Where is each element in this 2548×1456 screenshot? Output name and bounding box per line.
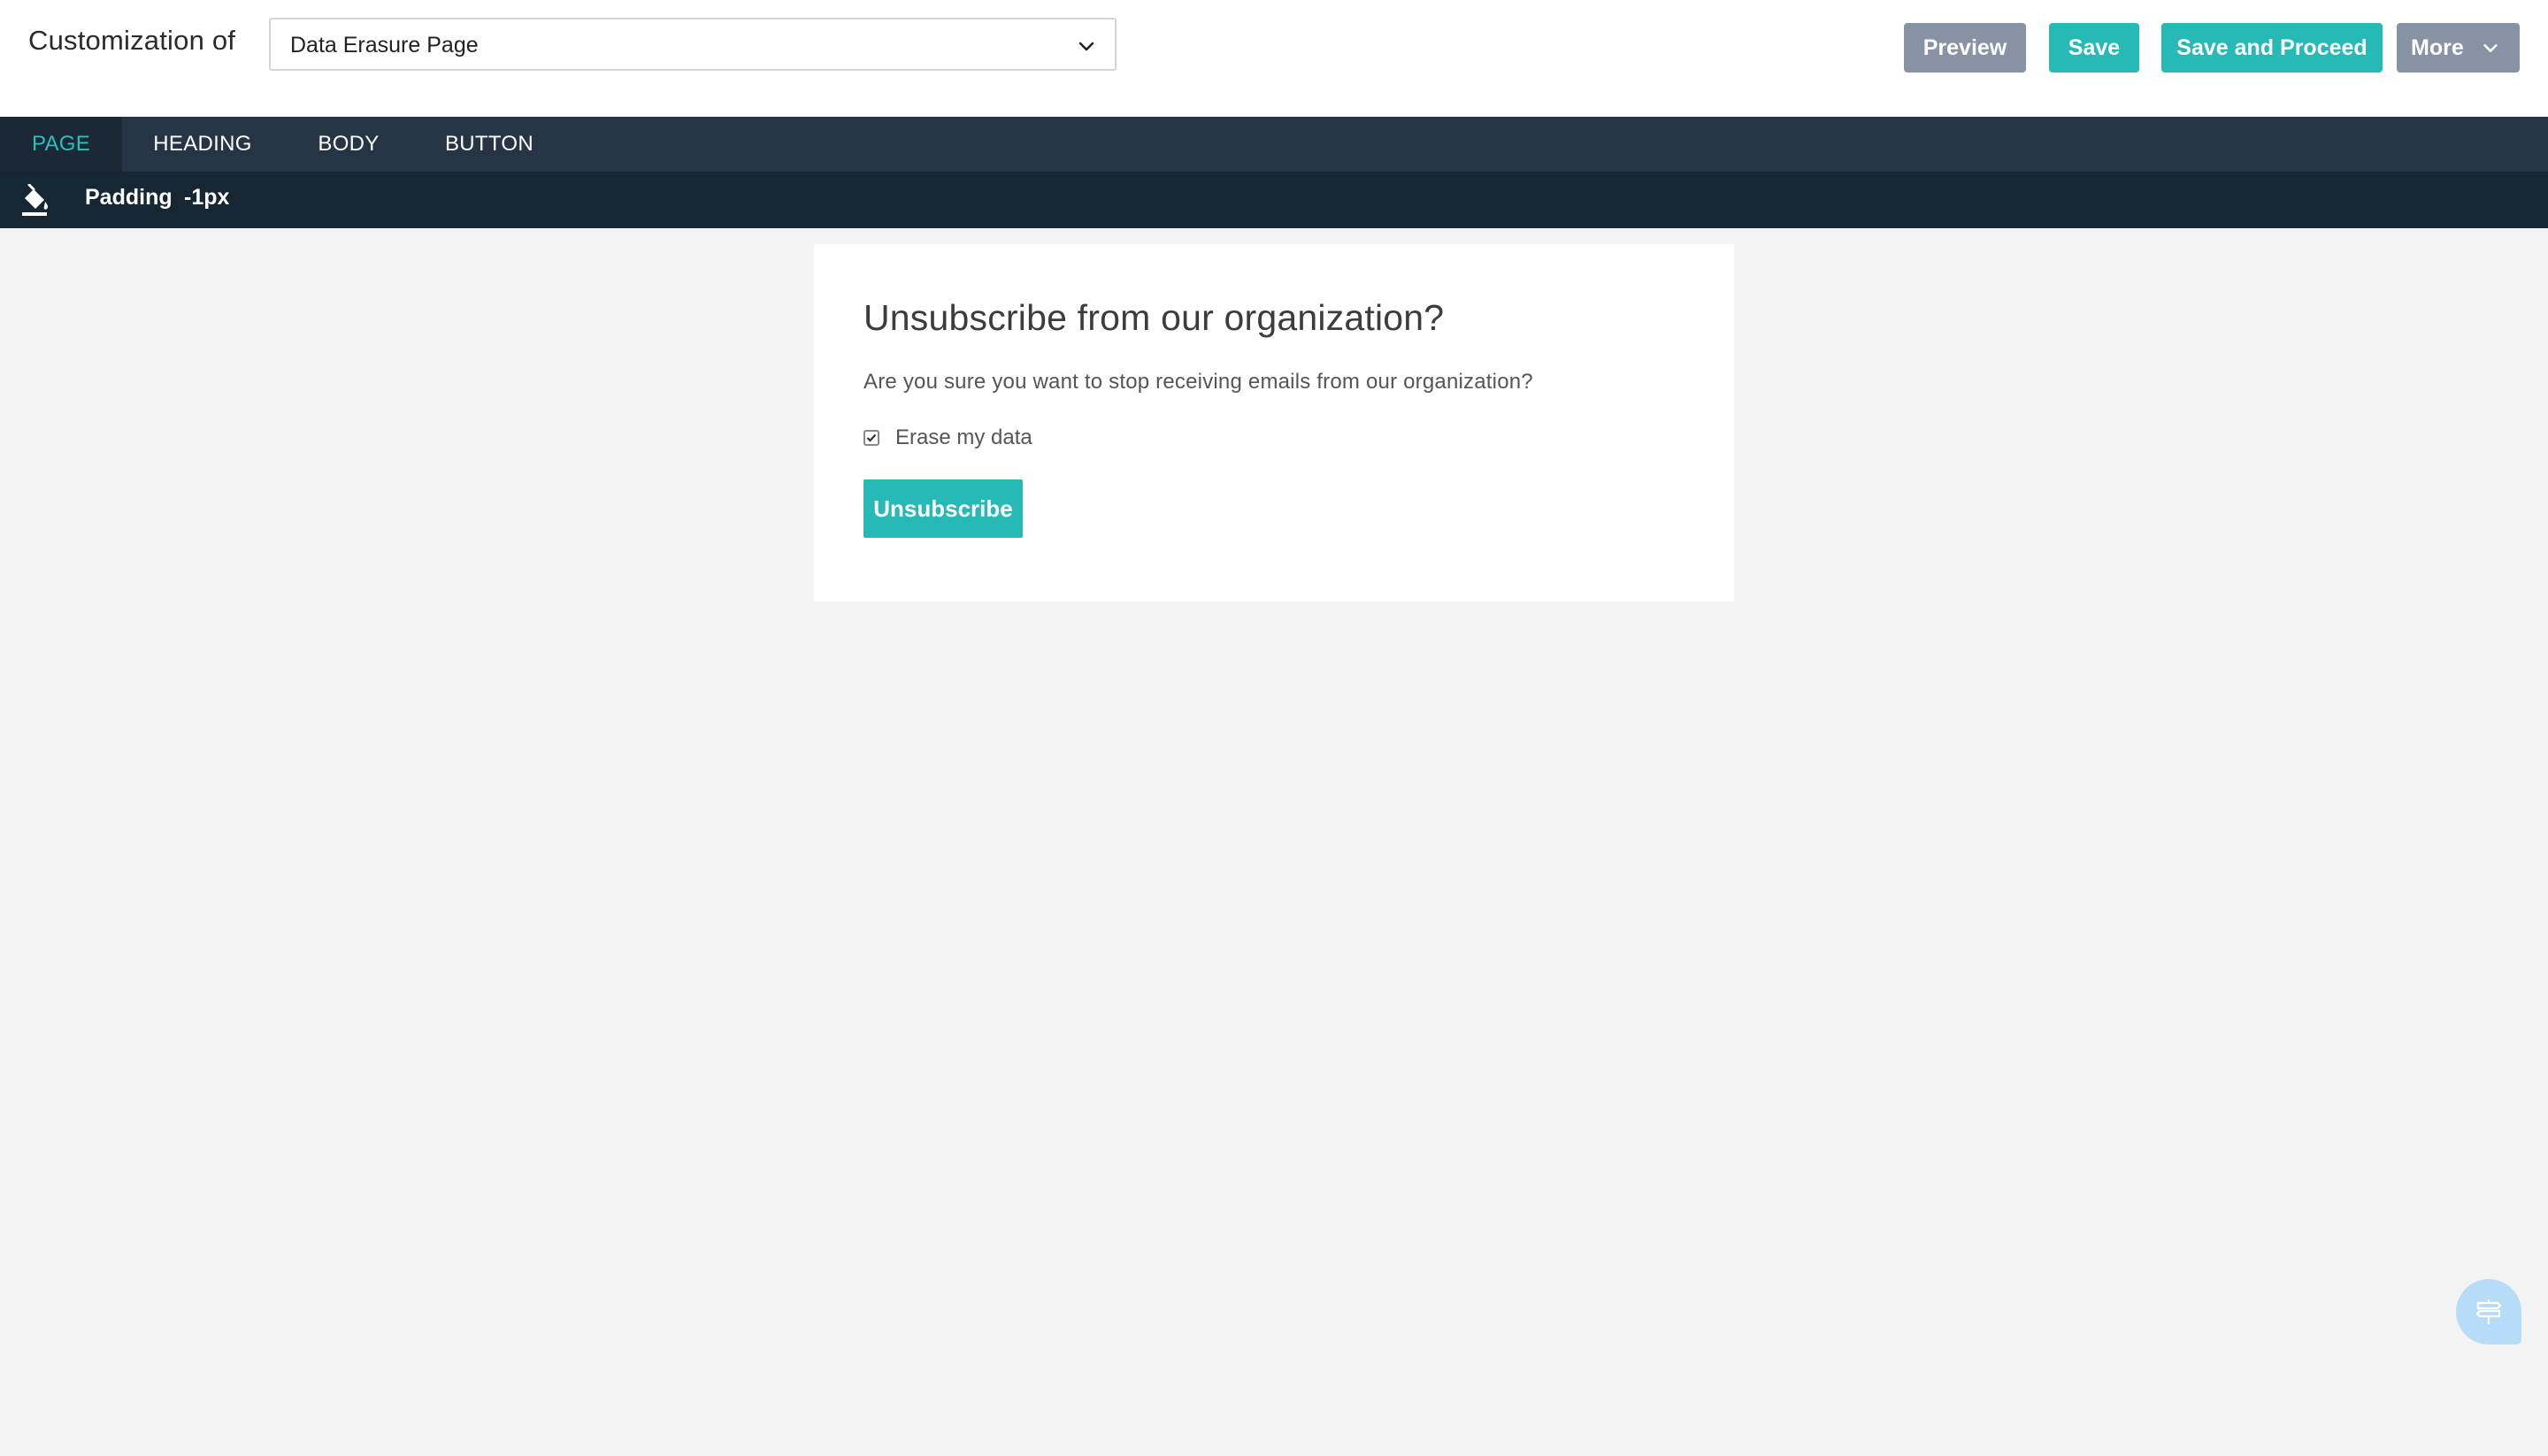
unsubscribe-button[interactable]: Unsubscribe bbox=[863, 479, 1023, 538]
more-button-label: More bbox=[2411, 35, 2464, 60]
more-button[interactable]: More bbox=[2397, 23, 2520, 73]
erase-data-label: Erase my data bbox=[895, 425, 1032, 449]
chevron-down-icon bbox=[1078, 42, 1094, 51]
help-widget-button[interactable] bbox=[2456, 1279, 2521, 1345]
header-bar: Customization of Data Erasure Page Previ… bbox=[0, 0, 2548, 117]
tab-heading[interactable]: HEADING bbox=[142, 117, 264, 172]
save-button[interactable]: Save bbox=[2049, 23, 2139, 73]
tab-body[interactable]: BODY bbox=[301, 117, 396, 172]
section-tabs: PAGE HEADING BODY BUTTON bbox=[0, 117, 2548, 172]
save-and-proceed-button[interactable]: Save and Proceed bbox=[2161, 23, 2383, 73]
preview-card[interactable]: Unsubscribe from our organization? Are y… bbox=[814, 244, 1734, 602]
page-title: Customization of bbox=[28, 25, 236, 56]
preview-button[interactable]: Preview bbox=[1904, 23, 2026, 73]
page-select-value: Data Erasure Page bbox=[290, 33, 479, 57]
card-heading[interactable]: Unsubscribe from our organization? bbox=[863, 297, 1444, 339]
chevron-down-icon bbox=[2483, 43, 2498, 52]
padding-label: Padding bbox=[85, 185, 173, 210]
style-toolbar: Padding -1px bbox=[0, 172, 2548, 228]
padding-value[interactable]: -1px bbox=[184, 185, 229, 211]
tab-page[interactable]: PAGE bbox=[0, 117, 122, 172]
paint-bucket-icon[interactable] bbox=[19, 184, 51, 218]
card-body-text[interactable]: Are you sure you want to stop receiving … bbox=[863, 370, 1533, 395]
tab-button[interactable]: BUTTON bbox=[432, 117, 547, 172]
page-select-dropdown[interactable]: Data Erasure Page bbox=[269, 18, 1117, 71]
erase-data-checkbox[interactable] bbox=[863, 430, 879, 446]
signpost-icon bbox=[2475, 1299, 2502, 1324]
checkmark-icon bbox=[866, 433, 877, 442]
